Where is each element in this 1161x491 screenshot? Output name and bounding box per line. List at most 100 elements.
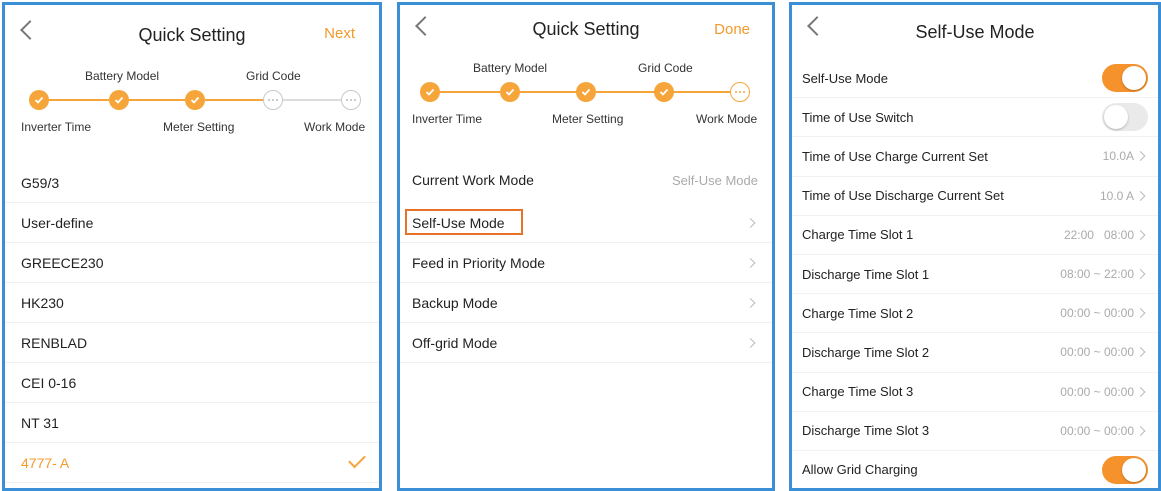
grid-code-list: G59/3 User-define GREECE230 HK230 RENBLA… <box>5 163 379 483</box>
setting-value: 08:00 ~ 22:00 <box>1060 267 1134 282</box>
step-done-icon <box>576 82 596 102</box>
mode-label: Feed in Priority Mode <box>412 254 546 271</box>
chevron-right-icon <box>1135 347 1146 358</box>
list-item-label: G59/3 <box>21 174 60 191</box>
time-of-use-switch-toggle[interactable] <box>1102 103 1148 132</box>
list-item-label: NT 31 <box>21 414 59 431</box>
setting-row-discharge-current[interactable]: Time of Use Discharge Current Set 10.0 A <box>792 177 1158 216</box>
list-item[interactable]: G59/3 <box>5 163 379 203</box>
list-item-label: GREECE230 <box>21 254 104 271</box>
checkmark-icon <box>348 450 366 469</box>
step-connector <box>283 99 341 101</box>
step-done-icon <box>654 82 674 102</box>
step-label-work-mode: Work Mode <box>304 120 366 134</box>
highlight-box <box>405 209 523 235</box>
setting-label: Time of Use Discharge Current Set <box>802 188 1004 204</box>
list-item[interactable]: User-define <box>5 203 379 243</box>
step-label-meter-setting: Meter Setting <box>163 120 235 134</box>
step-label-battery-model: Battery Model <box>473 61 548 75</box>
setting-value: 10.0 A <box>1099 188 1134 203</box>
chevron-right-icon <box>1135 386 1146 397</box>
setting-row-charge-slot-2[interactable]: Charge Time Slot 2 00:00 ~ 00:00 <box>792 294 1158 334</box>
setting-value: 00:00 ~ 00:00 <box>1060 384 1134 399</box>
step-label-grid-code: Grid Code <box>246 69 301 83</box>
setting-row-allow-grid-charging: Allow Grid Charging <box>792 451 1158 488</box>
setting-label: Time of Use Switch <box>802 109 914 125</box>
step-label-inverter-time: Inverter Time <box>412 112 483 126</box>
list-item[interactable]: GREECE230 <box>5 243 379 283</box>
chevron-right-icon <box>745 297 756 308</box>
chevron-right-icon <box>1135 151 1146 162</box>
mode-label: Off-grid Mode <box>412 334 498 351</box>
list-item-label: RENBLAD <box>21 334 88 351</box>
mode-label: Backup Mode <box>412 294 498 311</box>
setting-row-time-of-use-switch: Time of Use Switch <box>792 98 1158 138</box>
allow-grid-charging-toggle[interactable] <box>1102 455 1148 484</box>
list-item-label: HK230 <box>21 294 64 311</box>
settings-list: Self-Use Mode Time of Use Switch Time of… <box>792 59 1158 488</box>
work-mode-list: Self-Use Mode Feed in Priority Mode Back… <box>400 203 772 363</box>
setting-row-self-use-mode: Self-Use Mode <box>792 59 1158 99</box>
setting-value: 22:00 08:00 <box>1063 227 1134 242</box>
setting-row-discharge-slot-2[interactable]: Discharge Time Slot 2 00:00 ~ 00:00 <box>792 333 1158 373</box>
step-done-icon <box>109 90 129 110</box>
step-label-battery-model: Battery Model <box>85 69 160 83</box>
step-done-icon <box>29 90 49 110</box>
self-use-mode-panel: Self-Use Mode Self-Use Mode Time of Use … <box>789 2 1161 491</box>
chevron-right-icon <box>1135 425 1146 436</box>
chevron-right-icon <box>745 337 756 348</box>
mode-item-off-grid[interactable]: Off-grid Mode <box>400 323 772 363</box>
setting-label: Allow Grid Charging <box>802 462 918 478</box>
step-current-icon <box>730 82 750 102</box>
list-item-label: 4777- A <box>21 454 70 471</box>
step-connector <box>49 99 109 101</box>
step-label-work-mode: Work Mode <box>696 112 758 126</box>
list-item-selected[interactable]: 4777- A <box>5 443 379 483</box>
chevron-right-icon <box>1135 269 1146 279</box>
setting-value: 00:00 ~ 00:00 <box>1060 345 1134 360</box>
grid-code-panel: Quick Setting Next Battery Model Grid Co… <box>2 2 382 491</box>
list-item[interactable]: HK230 <box>5 283 379 323</box>
chevron-right-icon <box>1135 308 1146 319</box>
step-label-meter-setting: Meter Setting <box>552 112 624 126</box>
list-item[interactable]: RENBLAD <box>5 323 379 363</box>
setting-row-charge-slot-3[interactable]: Charge Time Slot 3 00:00 ~ 00:00 <box>792 373 1158 412</box>
mode-item-backup[interactable]: Backup Mode <box>400 283 772 323</box>
list-item[interactable]: CEI 0-16 <box>5 363 379 403</box>
work-mode-panel: Quick Setting Done Battery Model Grid Co… <box>397 2 775 491</box>
mode-item-feed-in-priority[interactable]: Feed in Priority Mode <box>400 243 772 283</box>
step-label-grid-code: Grid Code <box>638 61 693 75</box>
setting-label: Discharge Time Slot 1 <box>802 266 930 282</box>
setting-value: 00:00 ~ 00:00 <box>1060 423 1134 438</box>
page-title: Quick Setting <box>138 25 246 45</box>
self-use-mode-toggle[interactable] <box>1102 64 1148 93</box>
current-work-mode-label: Current Work Mode <box>412 172 534 188</box>
chevron-right-icon <box>1135 229 1146 240</box>
next-button[interactable]: Next <box>324 25 355 42</box>
step-current-icon <box>263 90 283 110</box>
setting-row-discharge-slot-3[interactable]: Discharge Time Slot 3 00:00 ~ 00:00 <box>792 412 1158 451</box>
setting-label: Time of Use Charge Current Set <box>802 148 988 164</box>
setting-label: Discharge Time Slot 2 <box>802 344 930 360</box>
step-label-inverter-time: Inverter Time <box>21 120 92 134</box>
step-connector <box>205 99 265 101</box>
current-work-mode-value: Self-Use Mode <box>672 172 758 188</box>
step-done-icon <box>185 90 205 110</box>
done-button[interactable]: Done <box>714 21 750 38</box>
setting-label: Self-Use Mode <box>802 70 888 86</box>
mode-item-self-use[interactable]: Self-Use Mode <box>400 203 772 243</box>
setting-label: Discharge Time Slot 3 <box>802 423 930 439</box>
setting-value: 00:00 ~ 00:00 <box>1060 306 1134 321</box>
step-connector <box>674 91 730 93</box>
setting-row-charge-slot-1[interactable]: Charge Time Slot 1 22:00 08:00 <box>792 216 1158 255</box>
chevron-right-icon <box>745 217 756 228</box>
step-connector <box>520 91 578 93</box>
current-work-mode-row: Current Work Mode Self-Use Mode <box>400 163 772 197</box>
list-item[interactable]: NT 31 <box>5 403 379 443</box>
list-item-label: User-define <box>21 214 94 231</box>
step-pending-icon <box>341 90 361 110</box>
step-done-icon <box>500 82 520 102</box>
setting-row-charge-current[interactable]: Time of Use Charge Current Set 10.0A <box>792 137 1158 177</box>
setting-row-discharge-slot-1[interactable]: Discharge Time Slot 1 08:00 ~ 22:00 <box>792 255 1158 295</box>
chevron-right-icon <box>1135 190 1146 201</box>
